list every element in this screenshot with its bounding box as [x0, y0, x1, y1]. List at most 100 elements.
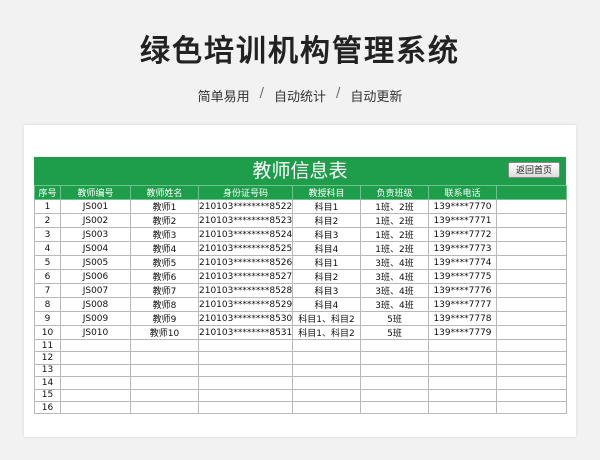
table-cell-col-index[interactable]: 16 [34, 400, 61, 415]
table-cell-col-teacher-name[interactable]: 教师10 [130, 325, 199, 340]
table-cell-col-id-number[interactable] [198, 376, 293, 390]
table-cell-col-class[interactable] [360, 363, 429, 378]
table-cell-col-teacher-name[interactable] [130, 400, 199, 415]
table-cell-col-id-number[interactable]: 210103********8529 [198, 297, 293, 312]
table-cell-col-id-number[interactable]: 210103********8530 [198, 311, 293, 326]
table-cell-col-subject[interactable] [292, 400, 361, 415]
table-cell-col-subject[interactable]: 科目1 [292, 255, 361, 270]
table-cell-col-phone[interactable]: 139****7779 [428, 325, 497, 340]
table-cell-col-index[interactable]: 4 [34, 241, 61, 256]
table-cell-col-teacher-name[interactable]: 教师3 [130, 227, 199, 242]
table-cell-col-teacher-name[interactable] [130, 351, 199, 365]
table-cell-col-extra[interactable] [496, 269, 567, 284]
column-header-col-teacher-name[interactable]: 教师姓名 [130, 185, 199, 200]
table-cell-col-phone[interactable]: 139****7775 [428, 269, 497, 284]
table-cell-col-index[interactable]: 13 [34, 363, 61, 378]
table-cell-col-teacher-name[interactable] [130, 338, 199, 353]
table-cell-col-teacher-name[interactable]: 教师4 [130, 241, 199, 256]
table-cell-col-index[interactable]: 5 [34, 255, 61, 270]
table-cell-col-extra[interactable] [496, 297, 567, 312]
table-cell-col-phone[interactable]: 139****7773 [428, 241, 497, 256]
table-cell-col-class[interactable]: 5班 [360, 325, 429, 340]
table-cell-col-phone[interactable]: 139****7771 [428, 213, 497, 228]
table-cell-col-class[interactable]: 5班 [360, 311, 429, 326]
table-cell-col-extra[interactable] [496, 325, 567, 340]
table-cell-col-extra[interactable] [496, 388, 567, 402]
table-cell-col-teacher-id[interactable] [60, 376, 131, 390]
table-cell-col-subject[interactable]: 科目1、科目2 [292, 325, 361, 340]
table-cell-col-phone[interactable]: 139****7770 [428, 199, 497, 214]
column-header-col-extra[interactable] [496, 185, 567, 200]
table-cell-col-extra[interactable] [496, 400, 567, 415]
table-cell-col-teacher-id[interactable]: JS006 [60, 269, 131, 284]
table-cell-col-phone[interactable]: 139****7772 [428, 227, 497, 242]
table-cell-col-class[interactable] [360, 400, 429, 415]
table-cell-col-extra[interactable] [496, 311, 567, 326]
table-cell-col-teacher-name[interactable]: 教师9 [130, 311, 199, 326]
table-cell-col-id-number[interactable]: 210103********8531 [198, 325, 293, 340]
table-cell-col-id-number[interactable]: 210103********8526 [198, 255, 293, 270]
table-cell-col-class[interactable]: 3班、4班 [360, 269, 429, 284]
column-header-col-teacher-id[interactable]: 教师编号 [60, 185, 131, 200]
table-cell-col-extra[interactable] [496, 227, 567, 242]
table-cell-col-teacher-name[interactable]: 教师5 [130, 255, 199, 270]
table-cell-col-teacher-id[interactable] [60, 363, 131, 378]
table-cell-col-subject[interactable]: 科目2 [292, 213, 361, 228]
table-cell-col-teacher-name[interactable] [130, 376, 199, 390]
table-cell-col-subject[interactable] [292, 388, 361, 402]
table-cell-col-class[interactable] [360, 351, 429, 365]
table-cell-col-index[interactable]: 8 [34, 297, 61, 312]
table-cell-col-teacher-id[interactable]: JS002 [60, 213, 131, 228]
table-cell-col-id-number[interactable] [198, 400, 293, 415]
table-cell-col-id-number[interactable]: 210103********8528 [198, 283, 293, 298]
table-cell-col-extra[interactable] [496, 255, 567, 270]
table-cell-col-teacher-id[interactable]: JS003 [60, 227, 131, 242]
table-cell-col-phone[interactable]: 139****7778 [428, 311, 497, 326]
table-cell-col-class[interactable]: 1班、2班 [360, 213, 429, 228]
table-cell-col-teacher-id[interactable]: JS009 [60, 311, 131, 326]
table-cell-col-class[interactable]: 1班、2班 [360, 199, 429, 214]
table-cell-col-class[interactable]: 3班、4班 [360, 297, 429, 312]
table-cell-col-teacher-id[interactable] [60, 351, 131, 365]
table-cell-col-extra[interactable] [496, 283, 567, 298]
table-cell-col-extra[interactable] [496, 351, 567, 365]
table-cell-col-index[interactable]: 14 [34, 376, 61, 390]
table-cell-col-id-number[interactable]: 210103********8527 [198, 269, 293, 284]
table-cell-col-teacher-name[interactable] [130, 363, 199, 378]
table-cell-col-subject[interactable]: 科目1、科目2 [292, 311, 361, 326]
table-cell-col-teacher-id[interactable]: JS001 [60, 199, 131, 214]
column-header-col-index[interactable]: 序号 [34, 185, 61, 200]
table-cell-col-index[interactable]: 6 [34, 269, 61, 284]
table-cell-col-subject[interactable]: 科目3 [292, 283, 361, 298]
table-cell-col-index[interactable]: 7 [34, 283, 61, 298]
table-cell-col-subject[interactable] [292, 363, 361, 378]
table-cell-col-phone[interactable]: 139****7776 [428, 283, 497, 298]
table-cell-col-subject[interactable] [292, 338, 361, 353]
table-cell-col-index[interactable]: 2 [34, 213, 61, 228]
table-cell-col-extra[interactable] [496, 241, 567, 256]
table-cell-col-teacher-id[interactable] [60, 400, 131, 415]
table-cell-col-extra[interactable] [496, 213, 567, 228]
table-cell-col-teacher-name[interactable]: 教师8 [130, 297, 199, 312]
table-cell-col-teacher-id[interactable] [60, 388, 131, 402]
table-cell-col-phone[interactable] [428, 338, 497, 353]
table-cell-col-id-number[interactable] [198, 363, 293, 378]
table-cell-col-phone[interactable] [428, 388, 497, 402]
column-header-col-subject[interactable]: 教授科目 [292, 185, 361, 200]
table-cell-col-index[interactable]: 15 [34, 388, 61, 402]
table-cell-col-id-number[interactable]: 210103********8523 [198, 213, 293, 228]
table-cell-col-teacher-id[interactable] [60, 338, 131, 353]
table-cell-col-subject[interactable]: 科目2 [292, 269, 361, 284]
table-cell-col-class[interactable]: 3班、4班 [360, 255, 429, 270]
table-cell-col-extra[interactable] [496, 363, 567, 378]
table-cell-col-id-number[interactable] [198, 351, 293, 365]
table-cell-col-teacher-name[interactable]: 教师7 [130, 283, 199, 298]
back-home-button[interactable]: 返回首页 [508, 162, 560, 178]
table-cell-col-index[interactable]: 12 [34, 351, 61, 365]
table-cell-col-subject[interactable]: 科目4 [292, 241, 361, 256]
table-cell-col-subject[interactable]: 科目3 [292, 227, 361, 242]
table-cell-col-teacher-id[interactable]: JS007 [60, 283, 131, 298]
table-cell-col-phone[interactable] [428, 363, 497, 378]
column-header-col-phone[interactable]: 联系电话 [428, 185, 497, 200]
table-cell-col-subject[interactable]: 科目4 [292, 297, 361, 312]
